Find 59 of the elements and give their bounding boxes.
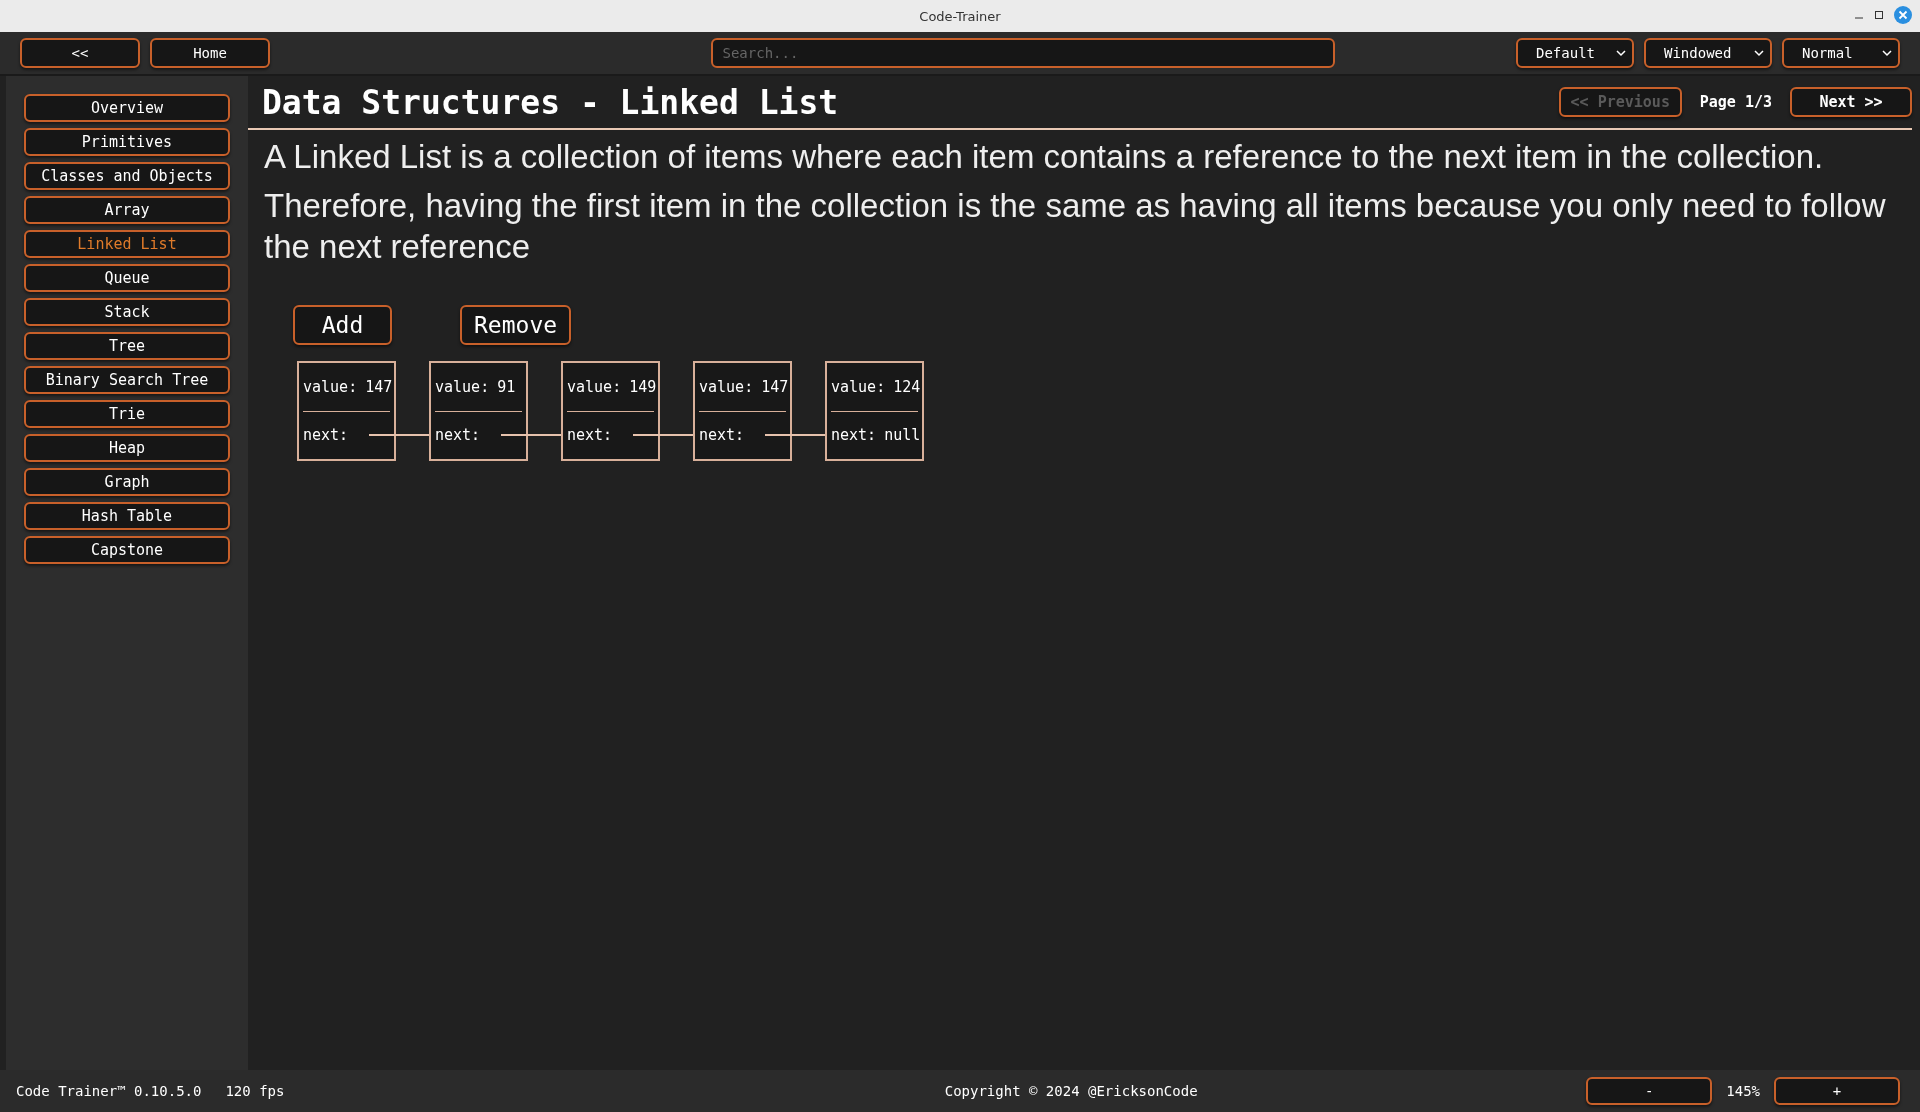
description-text: A Linked List is a collection of items where each item contains a reference to the next item in the collection. — [263, 137, 1825, 177]
dropdown[interactable]: Windowed — [1644, 38, 1772, 68]
dropdown[interactable]: Default — [1516, 38, 1634, 68]
window-title: Code-Trainer — [919, 8, 1001, 24]
remove-button[interactable]: Remove — [460, 305, 572, 345]
sidebar-item[interactable]: Stack — [24, 298, 230, 326]
close-icon[interactable] — [1894, 6, 1912, 24]
back-button[interactable]: << — [20, 38, 140, 68]
connector-line — [633, 434, 694, 436]
description-text: Therefore, having the first item in the collection is the same as having all items because you only need to follow the next reference — [263, 186, 1887, 267]
sidebar-item[interactable]: Linked List — [24, 230, 230, 258]
version-text: Code Trainer™ 0.10.5.0 — [16, 1083, 202, 1099]
sidebar-item[interactable]: Binary Search Tree — [24, 366, 230, 394]
add-button[interactable]: Add — [293, 305, 392, 345]
fps-counter: 120 fps — [225, 1083, 285, 1099]
dropdown[interactable]: Normal — [1782, 38, 1900, 68]
chevron-down-icon — [1882, 49, 1892, 57]
next-button[interactable]: Next >> — [1790, 87, 1912, 117]
node-value: 147 — [761, 377, 789, 396]
next-label: next: — [567, 426, 613, 445]
next-label: next: — [435, 426, 481, 445]
node-value: 91 — [497, 377, 516, 396]
sidebar-item[interactable]: Array — [24, 196, 230, 224]
value-label: value: — [567, 377, 622, 396]
connector-line — [501, 434, 562, 436]
connector-line — [765, 434, 826, 436]
sidebar-item[interactable]: Heap — [24, 434, 230, 462]
value-label: value: — [831, 377, 886, 396]
sidebar-item[interactable]: Overview — [24, 94, 230, 122]
sidebar-item[interactable]: Primitives — [24, 128, 230, 156]
sidebar-item[interactable]: Tree — [24, 332, 230, 360]
sidebar-item[interactable]: Graph — [24, 468, 230, 496]
zoom-in-button[interactable]: + — [1774, 1077, 1900, 1105]
maximize-icon[interactable] — [1874, 10, 1884, 20]
value-label: value: — [699, 377, 754, 396]
zoom-out-button[interactable]: - — [1586, 1077, 1713, 1105]
page-indicator: Page 1/3 — [1699, 93, 1772, 111]
next-value: null — [884, 426, 921, 445]
node-value: 149 — [629, 377, 657, 396]
value-label: value: — [303, 377, 358, 396]
copyright-text: Copyright © 2024 @EricksonCode — [943, 1083, 1199, 1099]
chevron-down-icon — [1616, 49, 1626, 57]
sidebar-item[interactable]: Capstone — [24, 536, 230, 564]
node-value: 147 — [365, 377, 393, 396]
zoom-level: 145% — [1726, 1083, 1760, 1099]
next-label: next: — [303, 426, 349, 445]
next-label: next: — [699, 426, 745, 445]
chevron-down-icon — [1754, 49, 1764, 57]
sidebar-item[interactable]: Hash Table — [24, 502, 230, 530]
sidebar-item[interactable]: Classes and Objects — [24, 162, 230, 190]
sidebar-item[interactable]: Trie — [24, 400, 230, 428]
connector-line — [369, 434, 430, 436]
home-button[interactable]: Home — [150, 38, 270, 68]
next-label: next: — [831, 426, 877, 445]
page-title: Data Structures - Linked List — [262, 82, 840, 122]
value-label: value: — [435, 377, 490, 396]
sidebar-item[interactable]: Queue — [24, 264, 230, 292]
node-value: 124 — [893, 377, 921, 396]
search-field[interactable]: Search... — [710, 38, 1335, 68]
